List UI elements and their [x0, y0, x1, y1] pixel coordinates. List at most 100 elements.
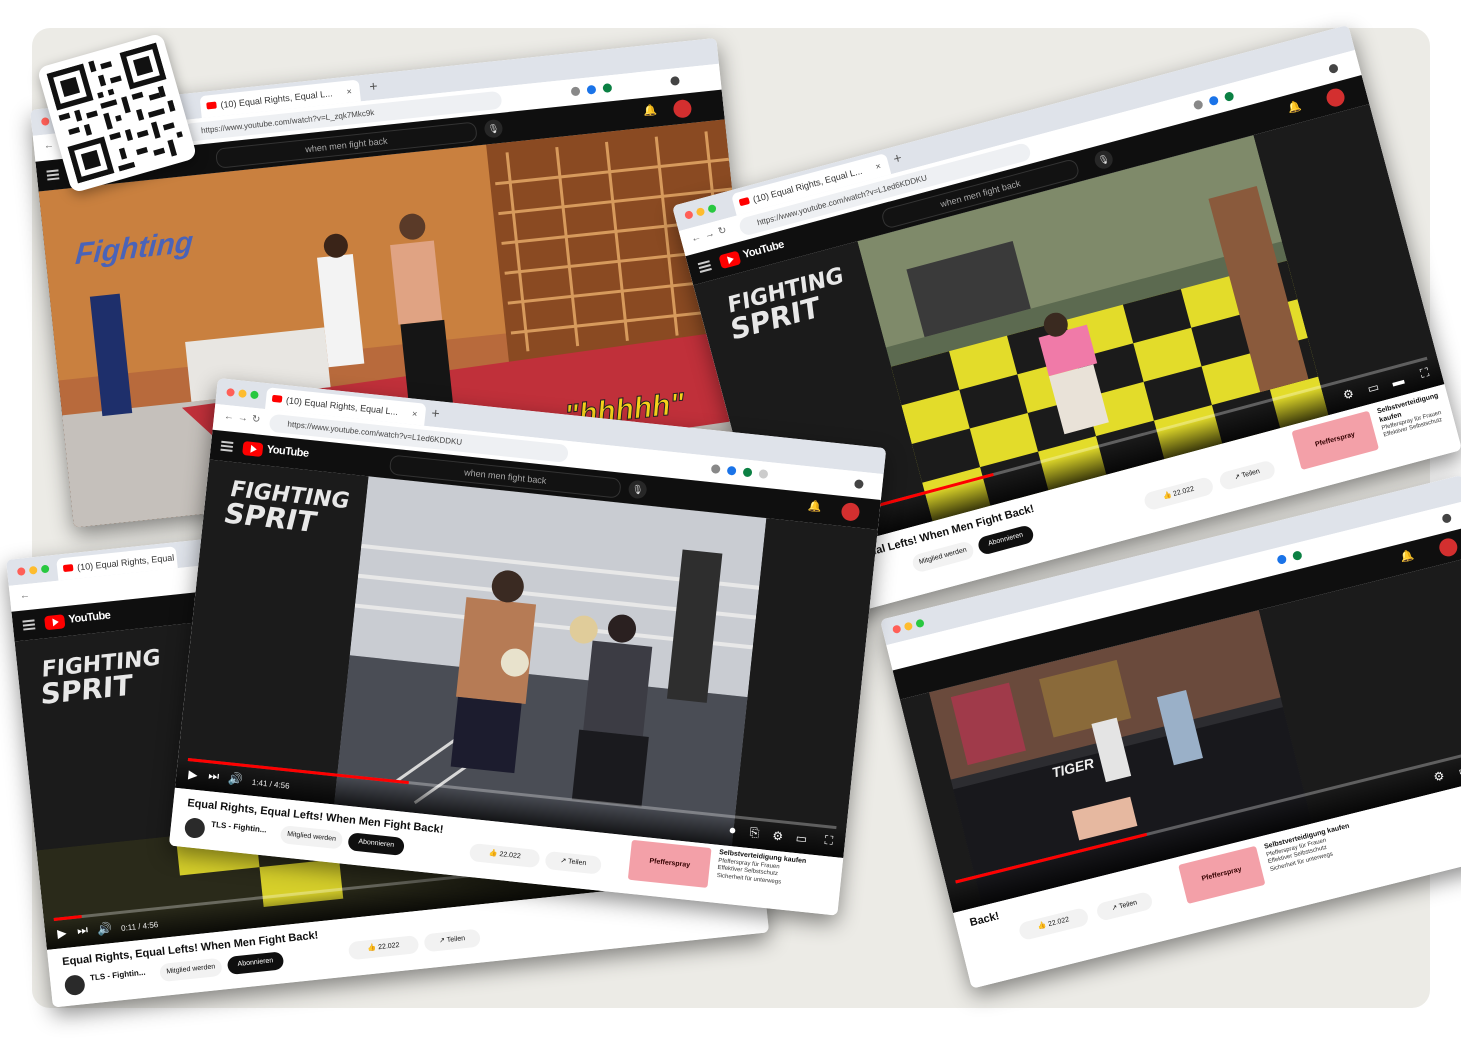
minimize-window-icon[interactable] — [28, 565, 38, 575]
play-icon[interactable]: ▶ — [188, 767, 199, 782]
browser-window-boxing: (10) Equal Rights, Equal L... × + ← → ↻ … — [168, 378, 887, 916]
minimize-window-icon[interactable] — [238, 389, 247, 399]
theater-icon[interactable]: ▬ — [1390, 373, 1405, 390]
join-button[interactable]: Mitglied werden — [159, 957, 223, 983]
like-button[interactable]: 👍 22.022 — [1017, 906, 1090, 942]
extension-icon[interactable] — [1208, 95, 1220, 107]
back-arrow-icon[interactable]: ← — [223, 411, 234, 423]
new-tab-button[interactable]: + — [431, 405, 441, 422]
maximize-window-icon[interactable] — [40, 564, 50, 574]
extension-icon[interactable] — [726, 465, 737, 476]
extension-icon[interactable] — [1223, 91, 1235, 103]
join-button[interactable]: Mitglied werden — [279, 825, 344, 850]
fullscreen-icon[interactable]: ⛶ — [1419, 365, 1431, 382]
extension-icon[interactable] — [1276, 554, 1288, 565]
volume-icon[interactable]: 🔊 — [227, 771, 243, 786]
maximize-window-icon[interactable] — [707, 203, 717, 214]
share-button[interactable]: ↗ Teilen — [1217, 459, 1277, 492]
like-count: 22.022 — [1172, 485, 1195, 498]
subscribe-button[interactable]: Abonnieren — [976, 524, 1036, 556]
extension-icon[interactable] — [758, 469, 769, 479]
miniplayer-icon[interactable]: ▭ — [1457, 762, 1461, 778]
ad-banner[interactable]: Pfefferspray — [1178, 845, 1266, 904]
share-button[interactable]: ↗ Teilen — [1095, 890, 1154, 922]
account-avatar[interactable] — [1437, 536, 1460, 559]
bell-icon[interactable]: 🔔 — [1399, 548, 1415, 564]
extension-icon[interactable] — [710, 464, 721, 474]
reload-icon[interactable]: ↻ — [251, 414, 260, 426]
forward-arrow-icon[interactable]: → — [703, 228, 716, 241]
forward-arrow-icon[interactable]: → — [237, 412, 248, 424]
close-window-icon[interactable] — [226, 387, 235, 397]
menu-icon[interactable] — [221, 440, 234, 444]
fullscreen-icon[interactable]: ⛶ — [824, 833, 834, 849]
account-avatar[interactable] — [1324, 86, 1347, 109]
close-window-icon[interactable] — [40, 117, 50, 126]
video-title: Back! — [968, 910, 1001, 930]
new-tab-button[interactable]: + — [891, 149, 903, 167]
maximize-window-icon[interactable] — [250, 390, 259, 400]
channel-name[interactable]: TLS - Fightin... — [211, 820, 267, 835]
share-button[interactable]: ↗ Teilen — [544, 850, 603, 875]
maximize-window-icon[interactable] — [915, 618, 925, 629]
youtube-logo-icon[interactable] — [44, 614, 66, 631]
youtube-logo-icon[interactable] — [718, 250, 742, 270]
close-window-icon[interactable] — [16, 567, 26, 576]
menu-icon[interactable] — [46, 169, 59, 173]
extension-icon[interactable] — [602, 83, 613, 93]
back-arrow-icon[interactable]: ← — [19, 590, 30, 602]
bell-icon[interactable]: 🔔 — [1286, 99, 1302, 115]
profile-avatar[interactable] — [1327, 63, 1339, 75]
like-button[interactable]: 👍 22.022 — [347, 935, 420, 961]
extension-icon[interactable] — [570, 86, 581, 97]
new-tab-button[interactable]: + — [369, 78, 379, 95]
minimize-window-icon[interactable] — [695, 206, 706, 217]
next-icon[interactable]: ⏭ — [208, 768, 220, 784]
back-arrow-icon[interactable]: ← — [690, 232, 703, 245]
reload-icon[interactable]: ↻ — [717, 225, 728, 238]
subtitles-icon[interactable]: ⎘ — [749, 825, 760, 841]
settings-gear-icon[interactable]: ⚙ — [1432, 768, 1446, 784]
minimize-window-icon[interactable] — [903, 621, 914, 632]
miniplayer-icon[interactable]: ▭ — [795, 831, 808, 846]
miniplayer-icon[interactable]: ▭ — [1366, 379, 1381, 395]
extension-icon[interactable] — [1192, 99, 1204, 111]
next-icon[interactable]: ⏭ — [76, 923, 88, 939]
profile-avatar[interactable] — [853, 479, 864, 490]
tab-close-icon[interactable]: × — [345, 80, 353, 102]
share-button[interactable]: ↗ Teilen — [423, 928, 481, 953]
ad-banner[interactable]: Pfefferspray — [627, 839, 712, 888]
tab-close-icon[interactable]: × — [873, 155, 884, 178]
close-window-icon[interactable] — [683, 210, 694, 220]
channel-avatar[interactable] — [183, 817, 206, 840]
volume-icon[interactable]: 🔊 — [96, 921, 112, 936]
mic-icon[interactable]: 🎙 — [1092, 148, 1115, 171]
subscribe-button[interactable]: Abonnieren — [347, 832, 405, 856]
menu-icon[interactable] — [22, 619, 35, 623]
account-avatar[interactable] — [840, 501, 861, 522]
profile-avatar[interactable] — [1441, 512, 1453, 524]
bell-icon[interactable]: 🔔 — [807, 499, 822, 513]
extension-icon[interactable] — [1291, 550, 1303, 562]
mic-icon[interactable]: 🎙 — [627, 479, 648, 500]
mic-icon[interactable]: 🎙 — [483, 118, 504, 139]
extension-icon[interactable] — [586, 84, 597, 95]
account-avatar[interactable] — [672, 98, 693, 119]
like-button[interactable]: 👍 22.022 — [468, 842, 541, 869]
like-button[interactable]: 👍 22.022 — [1142, 475, 1215, 512]
settings-gear-icon[interactable]: ⚙ — [772, 829, 784, 844]
profile-avatar[interactable] — [670, 75, 680, 86]
autoplay-toggle-icon[interactable]: ⏺ — [729, 823, 736, 839]
settings-gear-icon[interactable]: ⚙ — [1341, 386, 1355, 402]
menu-icon[interactable] — [697, 260, 710, 266]
bell-icon[interactable]: 🔔 — [643, 103, 658, 117]
channel-name[interactable]: TLS - Fightin... — [90, 968, 146, 983]
close-window-icon[interactable] — [891, 624, 902, 635]
back-arrow-icon[interactable]: ← — [43, 140, 54, 152]
youtube-logo-icon[interactable] — [242, 441, 264, 458]
subscribe-button[interactable]: Abonnieren — [226, 951, 285, 976]
extension-icon[interactable] — [742, 467, 753, 478]
tab-close-icon[interactable]: × — [411, 403, 419, 425]
play-icon[interactable]: ▶ — [57, 926, 68, 941]
channel-avatar[interactable] — [63, 974, 86, 997]
